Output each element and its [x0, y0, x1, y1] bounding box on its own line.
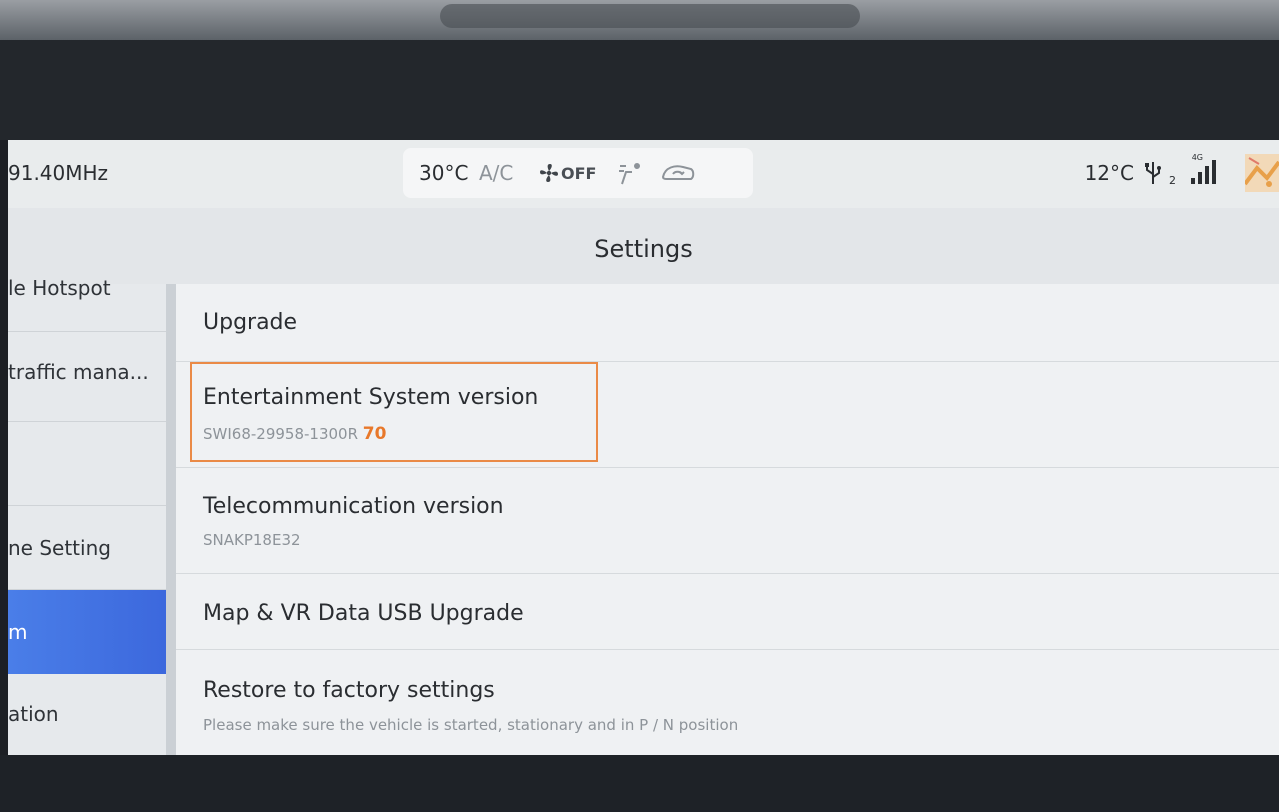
- settings-sidebar: le Hotspot traffic mana... ne Setting m …: [8, 276, 166, 755]
- outside-temperature: 12°C: [1084, 161, 1134, 185]
- row-subtitle: Please make sure the vehicle is started,…: [203, 716, 739, 734]
- photo-frame: 91.40MHz 30°C A/C OFF 12°C 2 4G Settings…: [0, 0, 1279, 812]
- highlight-annotation-box: [190, 362, 598, 462]
- settings-content: Upgrade Entertainment System version SWI…: [176, 284, 1279, 755]
- cellular-signal-icon: [1191, 160, 1216, 184]
- status-bar: 91.40MHz 30°C A/C OFF 12°C 2 4G: [8, 140, 1279, 208]
- settings-row-factory-reset[interactable]: Restore to factory settings Please make …: [176, 650, 1279, 755]
- climate-control-bar[interactable]: 30°C A/C OFF: [403, 148, 753, 198]
- bezel-sticker: [440, 4, 860, 28]
- ac-toggle[interactable]: A/C: [479, 161, 513, 185]
- sidebar-item-label: ation: [8, 702, 59, 726]
- cabin-temperature[interactable]: 30°C: [419, 161, 468, 185]
- settings-row-telecom-version[interactable]: Telecommunication version SNAKP18E32: [176, 468, 1279, 574]
- page-title: Settings: [594, 235, 693, 263]
- row-title: Upgrade: [203, 310, 298, 335]
- row-title: Restore to factory settings: [203, 678, 495, 703]
- row-subtitle: SNAKP18E32: [203, 531, 301, 549]
- settings-row-upgrade[interactable]: Upgrade: [176, 284, 1279, 362]
- usb-port-number: 2: [1169, 174, 1176, 187]
- seat-airflow-icon[interactable]: [616, 160, 644, 186]
- map-navigation-icon[interactable]: [1245, 154, 1279, 192]
- usb-icon: [1145, 162, 1161, 184]
- sidebar-divider: [166, 284, 176, 755]
- row-title: Map & VR Data USB Upgrade: [203, 601, 524, 626]
- sidebar-item-unlabeled[interactable]: [8, 422, 166, 506]
- recirculation-icon[interactable]: [661, 163, 695, 183]
- sidebar-item-label: le Hotspot: [8, 276, 111, 300]
- fan-icon[interactable]: [538, 162, 560, 184]
- sidebar-item-system[interactable]: m: [8, 590, 166, 674]
- screen-bezel-bottom: [0, 755, 1279, 812]
- settings-row-map-usb-upgrade[interactable]: Map & VR Data USB Upgrade: [176, 574, 1279, 650]
- sidebar-item-setting[interactable]: ne Setting: [8, 506, 166, 590]
- background-blur: [0, 0, 1279, 40]
- sidebar-item-label: ne Setting: [8, 536, 111, 560]
- infotainment-screen: 91.40MHz 30°C A/C OFF 12°C 2 4G Settings…: [8, 140, 1279, 755]
- sidebar-item-navigation[interactable]: ation: [8, 674, 166, 755]
- sidebar-item-hotspot[interactable]: le Hotspot: [8, 276, 166, 332]
- fan-state: OFF: [561, 164, 597, 183]
- title-bar: Settings: [8, 208, 1279, 284]
- screen-bezel: [0, 40, 1279, 140]
- sidebar-item-label: traffic mana...: [8, 360, 149, 384]
- radio-frequency[interactable]: 91.40MHz: [8, 161, 108, 185]
- sidebar-item-label: m: [8, 620, 28, 644]
- row-title: Telecommunication version: [203, 494, 504, 519]
- sidebar-item-traffic[interactable]: traffic mana...: [8, 332, 166, 422]
